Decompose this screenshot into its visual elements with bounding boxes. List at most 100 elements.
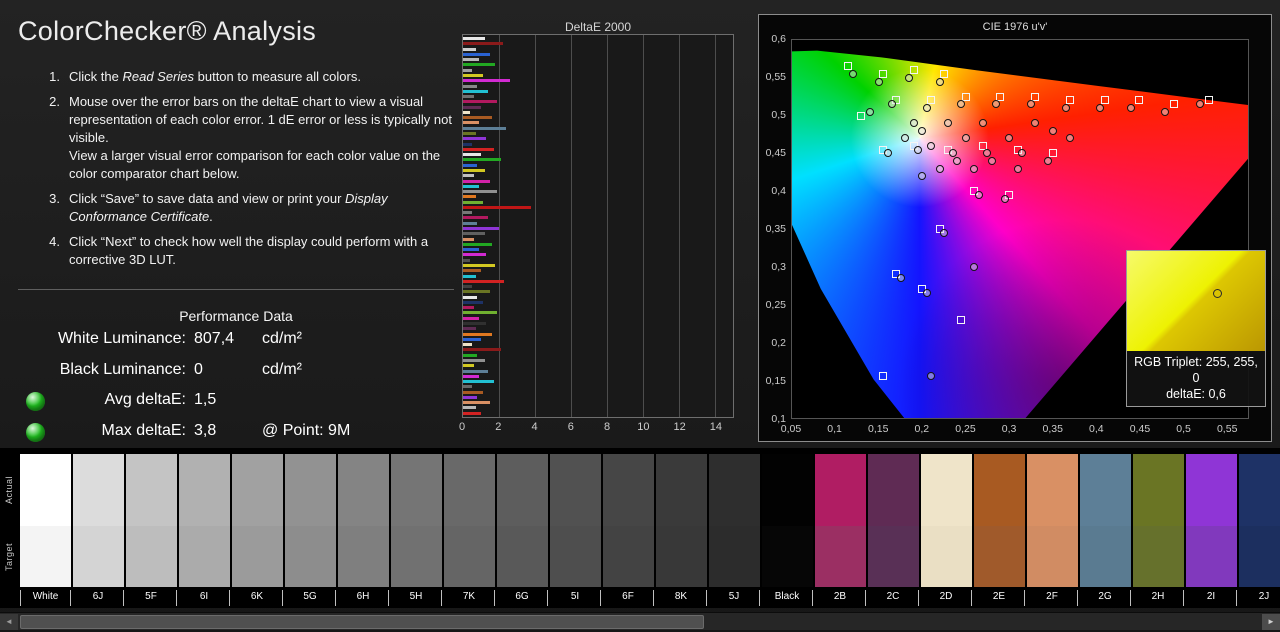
- deltae-error-bar[interactable]: [463, 269, 481, 272]
- black-luminance-unit: cd/m²: [262, 361, 302, 379]
- comparator-swatch: 2G: [1080, 454, 1131, 606]
- deltae-error-bar[interactable]: [463, 311, 497, 314]
- swatch-label: 6G: [497, 590, 548, 606]
- deltae-error-bar[interactable]: [463, 201, 483, 204]
- deltae-error-bar[interactable]: [463, 85, 477, 88]
- deltae-error-bar[interactable]: [463, 306, 474, 309]
- deltae-error-bar[interactable]: [463, 148, 494, 151]
- deltae-error-bar[interactable]: [463, 100, 497, 103]
- deltae-error-bar[interactable]: [463, 243, 492, 246]
- deltae-error-bar[interactable]: [463, 301, 483, 304]
- deltae-error-bar[interactable]: [463, 338, 481, 341]
- deltae-error-bar[interactable]: [463, 90, 488, 93]
- swatch-label: 2F: [1027, 590, 1078, 606]
- deltae-error-bar[interactable]: [463, 412, 481, 415]
- deltae-error-bar[interactable]: [463, 158, 501, 161]
- deltae-gridline: [499, 35, 500, 417]
- comparator-swatch: 2J: [1239, 454, 1280, 606]
- deltae-error-bar[interactable]: [463, 290, 490, 293]
- deltae-error-bar[interactable]: [463, 95, 474, 98]
- deltae-error-bar[interactable]: [463, 53, 490, 56]
- deltae-error-bar[interactable]: [463, 137, 486, 140]
- deltae-error-bar[interactable]: [463, 227, 499, 230]
- deltae-error-bar[interactable]: [463, 253, 486, 256]
- swatch-label: 2I: [1186, 590, 1237, 606]
- deltae-error-bar[interactable]: [463, 121, 479, 124]
- deltae-error-bar[interactable]: [463, 169, 485, 172]
- deltae-error-bar[interactable]: [463, 106, 481, 109]
- swatch-target-color: [603, 526, 654, 587]
- swatch-actual-color: [550, 454, 601, 526]
- deltae-error-bar[interactable]: [463, 280, 504, 283]
- scrollbar-thumb[interactable]: [20, 615, 704, 629]
- deltae-error-bar[interactable]: [463, 396, 477, 399]
- deltae-gridline: [607, 35, 608, 417]
- deltae-error-bar[interactable]: [463, 232, 485, 235]
- deltae-error-bar[interactable]: [463, 185, 479, 188]
- scroll-left-button[interactable]: ◄: [0, 614, 18, 630]
- deltae-error-bar[interactable]: [463, 164, 477, 167]
- cie-measured-point: [884, 149, 892, 157]
- comparator-swatch: 2E: [974, 454, 1025, 606]
- deltae-error-bar[interactable]: [463, 296, 477, 299]
- swatch-actual-color: [338, 454, 389, 526]
- deltae-error-bar[interactable]: [463, 354, 477, 357]
- cie-measured-point: [979, 119, 987, 127]
- deltae-error-bar[interactable]: [463, 190, 497, 193]
- deltae-error-bar[interactable]: [463, 380, 494, 383]
- deltae-error-bar[interactable]: [463, 111, 470, 114]
- scroll-right-button[interactable]: ►: [1262, 614, 1280, 630]
- deltae-error-bar[interactable]: [463, 238, 474, 241]
- deltae-error-bar[interactable]: [463, 37, 485, 40]
- deltae-error-bar[interactable]: [463, 401, 490, 404]
- cie-measured-point: [927, 142, 935, 150]
- deltae-error-bar[interactable]: [463, 259, 470, 262]
- deltae-error-bar[interactable]: [463, 143, 472, 146]
- deltae-error-bar[interactable]: [463, 248, 479, 251]
- deltae-error-bar[interactable]: [463, 48, 476, 51]
- scrollbar-track[interactable]: ◄ ►: [0, 612, 1280, 630]
- instruction-text-before: Click the: [69, 69, 122, 84]
- deltae-error-bar[interactable]: [463, 364, 474, 367]
- swatch-target-color: [444, 526, 495, 587]
- deltae-error-bar[interactable]: [463, 264, 495, 267]
- deltae-error-bar[interactable]: [463, 180, 490, 183]
- deltae-error-bar[interactable]: [463, 79, 510, 82]
- deltae-error-bar[interactable]: [463, 42, 503, 45]
- deltae-error-bar[interactable]: [463, 275, 476, 278]
- deltae-error-bar[interactable]: [463, 359, 485, 362]
- deltae-error-bar[interactable]: [463, 317, 479, 320]
- deltae-error-bar[interactable]: [463, 211, 472, 214]
- deltae-error-bar[interactable]: [463, 63, 495, 66]
- cie-axis-tick-label: 0,1: [827, 423, 842, 435]
- deltae-error-bar[interactable]: [463, 69, 472, 72]
- deltae-error-bar[interactable]: [463, 406, 476, 409]
- deltae-error-bar[interactable]: [463, 343, 472, 346]
- deltae-error-bar[interactable]: [463, 174, 474, 177]
- deltae-error-bar[interactable]: [463, 391, 483, 394]
- deltae-error-bar[interactable]: [463, 222, 477, 225]
- cie-measured-point: [1031, 119, 1039, 127]
- comparator-swatch: 6G: [497, 454, 548, 606]
- deltae-error-bar[interactable]: [463, 127, 506, 130]
- deltae-error-bar[interactable]: [463, 333, 492, 336]
- deltae-error-bar[interactable]: [463, 348, 501, 351]
- cie-measured-point: [923, 289, 931, 297]
- deltae-error-bar[interactable]: [463, 153, 481, 156]
- deltae-error-bar[interactable]: [463, 370, 488, 373]
- deltae-error-bar[interactable]: [463, 195, 476, 198]
- deltae-error-bar[interactable]: [463, 385, 472, 388]
- deltae-error-bar[interactable]: [463, 74, 483, 77]
- deltae-error-bar[interactable]: [463, 206, 531, 209]
- black-luminance-label: Black Luminance:: [18, 361, 186, 379]
- deltae-error-bar[interactable]: [463, 58, 479, 61]
- deltae-error-bar[interactable]: [463, 327, 476, 330]
- deltae-error-bar[interactable]: [463, 322, 486, 325]
- deltae-error-bar[interactable]: [463, 116, 492, 119]
- deltae-error-bar[interactable]: [463, 216, 488, 219]
- max-deltae-label: Max deltaE:: [18, 422, 186, 440]
- deltae-error-bar[interactable]: [463, 375, 479, 378]
- deltae-error-bar[interactable]: [463, 132, 476, 135]
- deltae-plot[interactable]: [462, 34, 734, 418]
- deltae-error-bar[interactable]: [463, 285, 472, 288]
